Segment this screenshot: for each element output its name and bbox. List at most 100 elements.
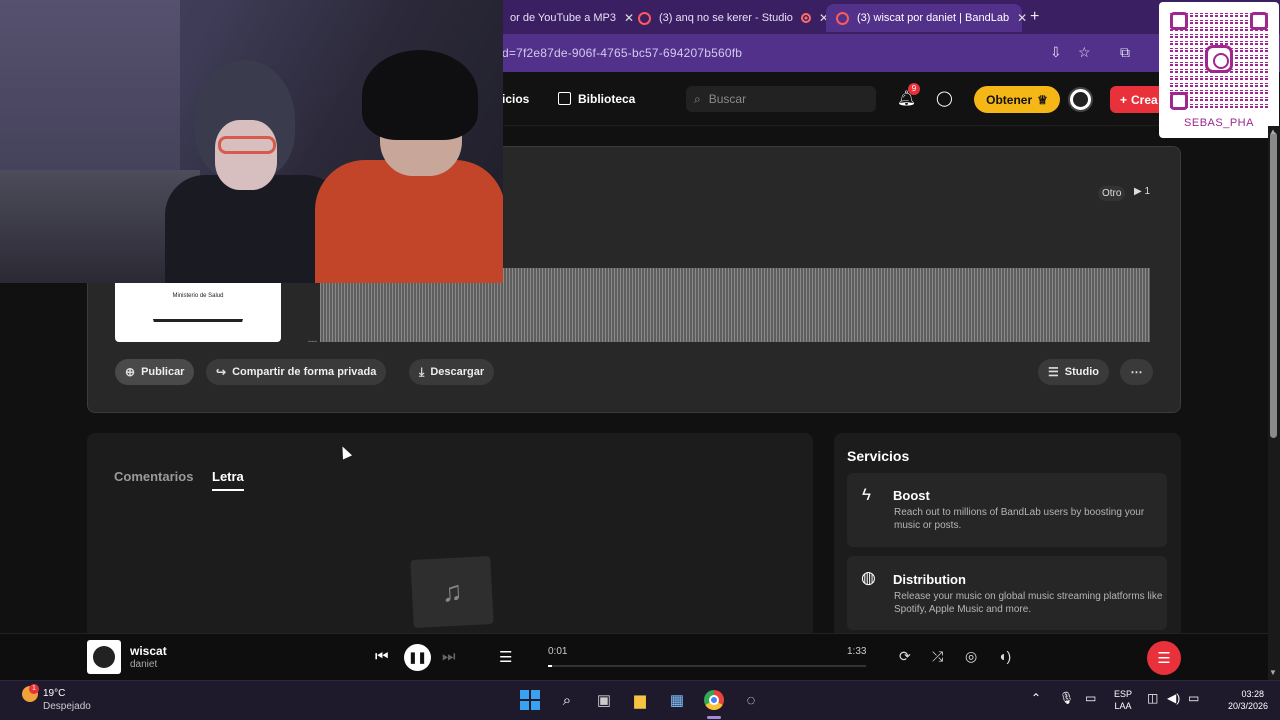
share-private-button[interactable]: ↪ Compartir de forma privada [206, 359, 387, 385]
globe-music-icon: ◍ [861, 568, 876, 587]
previous-icon[interactable]: ⏮ [375, 648, 389, 665]
nav-link-partial[interactable]: icios [502, 92, 529, 106]
battery-icon[interactable]: ▭ [1188, 691, 1199, 705]
studio-label: Studio [1064, 366, 1099, 378]
webcam-overlay [0, 0, 503, 283]
instagram-icon [1205, 45, 1233, 73]
install-app-icon[interactable]: ⇩ [1050, 44, 1062, 61]
nav-link-library[interactable]: Biblioteca [578, 92, 635, 106]
cover-logo-shape [135, 282, 261, 322]
player-track-title[interactable]: wiscat [130, 644, 167, 658]
plus-icon: + [1120, 92, 1128, 107]
tab-comments[interactable]: Comentarios [114, 469, 193, 484]
play-count-value: 1 [1144, 186, 1151, 197]
play-count: ▶ 1 [1134, 186, 1151, 197]
url-text[interactable]: d=7f2e87de-906f-4765-bc57-694207b560fb [502, 46, 742, 60]
browser-tab-bandlab[interactable]: (3) wiscat por daniet | BandLab ✕ [826, 4, 1027, 32]
download-button[interactable]: ⤓ Descargar [409, 359, 495, 385]
search-icon[interactable]: ⌕ [556, 689, 578, 711]
close-icon[interactable]: ✕ [1017, 11, 1027, 25]
webcam-person-right-hair [362, 50, 478, 140]
microphone-icon[interactable]: 🎙︎ [1059, 691, 1074, 705]
clock-time: 03:28 [1241, 689, 1264, 699]
user-avatar[interactable] [1068, 87, 1093, 112]
search-input[interactable]: ⌕ Buscar [686, 86, 876, 112]
elapsed-time: 0:01 [548, 646, 568, 657]
task-view-icon[interactable]: ▣ [593, 689, 615, 711]
search-placeholder: Buscar [708, 92, 747, 106]
tab-title: (3) wiscat por daniet | BandLab [857, 12, 1010, 24]
create-label: Crea [1131, 92, 1158, 107]
browser-tab-studio[interactable]: (3) anq no se kerer - Studio ✕ [628, 4, 839, 32]
sliders-icon: ☰ [1048, 365, 1059, 379]
scroll-up-icon[interactable]: ▲ [1269, 127, 1277, 136]
active-tab-indicator [212, 489, 244, 491]
repeat-icon[interactable]: ⟳ [899, 648, 911, 665]
new-tab-button[interactable]: + [1030, 8, 1039, 26]
webcam-person-right-body [315, 160, 503, 283]
service-distribution-title: Distribution [893, 572, 966, 587]
scrollbar-thumb[interactable] [1270, 132, 1277, 438]
bandlab-favicon-icon [836, 11, 849, 25]
qr-finder [1170, 92, 1188, 110]
genre-tag[interactable]: Otro [1098, 186, 1126, 201]
tray-app-icon[interactable]: ▭ [1085, 691, 1096, 705]
tab-title: or de YouTube a MP3 [510, 12, 617, 24]
progress-track[interactable] [548, 665, 866, 667]
download-icon: ⤓ [419, 364, 425, 379]
publish-label: Publicar [141, 366, 185, 378]
volume-icon[interactable]: ◖) [998, 648, 1011, 664]
input-language[interactable]: ESP LAA [1114, 688, 1132, 712]
more-icon: ⋯ [1130, 365, 1143, 379]
recorder-app-icon[interactable]: ◌ [740, 689, 762, 711]
progress-fill [548, 665, 552, 667]
globe-icon: ⊕ [125, 365, 136, 379]
lightning-icon: ϟ [862, 485, 871, 504]
library-icon [558, 92, 571, 105]
publish-button[interactable]: ⊕ Publicar [115, 359, 195, 385]
lang-bottom: LAA [1114, 701, 1132, 711]
crown-icon: ♕ [1037, 92, 1048, 107]
services-title: Servicios [847, 448, 910, 464]
chrome-icon[interactable] [704, 690, 724, 710]
radio-icon[interactable]: ◎ [965, 648, 977, 665]
pause-icon: ❚❚ [408, 652, 427, 664]
scroll-down-icon[interactable]: ▼ [1269, 668, 1277, 677]
menu-icon: ☰ [1157, 650, 1171, 667]
tab-lyrics[interactable]: Letra [212, 469, 244, 484]
shuffle-icon[interactable]: ⤮ [932, 648, 943, 665]
qr-username: SEBAS_PHA [1184, 117, 1254, 129]
store-icon[interactable]: ▦ [666, 689, 688, 711]
more-options-button[interactable]: ⋯ [1120, 359, 1153, 385]
pause-button[interactable]: ❚❚ [404, 644, 431, 671]
recording-icon [800, 13, 811, 23]
waveform-start-marker: --- [308, 336, 317, 346]
weather-temperature[interactable]: 19°C [43, 688, 65, 699]
windows-start-icon[interactable] [520, 690, 540, 710]
player-cover[interactable] [87, 640, 121, 674]
file-explorer-icon[interactable]: ▆ [629, 689, 651, 711]
network-icon[interactable]: ◫ [1147, 691, 1158, 705]
weather-description[interactable]: Despejado [43, 701, 91, 712]
notification-badge: 9 [908, 83, 920, 95]
get-membership-button[interactable]: Obtener ♕ [974, 86, 1060, 113]
share-private-label: Compartir de forma privada [232, 366, 377, 378]
extensions-icon[interactable]: ⧉ [1120, 44, 1130, 61]
menu-button[interactable]: ☰ [1147, 641, 1181, 675]
chat-icon[interactable]: ◯ [936, 89, 953, 107]
qr-finder [1170, 12, 1188, 30]
music-note-icon: ♫ [410, 555, 494, 629]
qr-finder [1250, 12, 1268, 30]
clock[interactable]: 03:28 20/3/2026 [1228, 688, 1268, 712]
bookmark-star-icon[interactable]: ☆ [1078, 44, 1091, 61]
track-cover[interactable]: Ministerio de Salud [115, 282, 281, 342]
speaker-icon[interactable]: ◀) [1167, 691, 1180, 705]
duration-time: 1:33 [847, 646, 867, 657]
browser-tab-youtube-mp3[interactable]: or de YouTube a MP3 ✕ [500, 4, 644, 32]
player-artist[interactable]: daniet [130, 659, 157, 670]
weather-badge: 1 [29, 684, 39, 694]
tray-overflow-icon[interactable]: ⌃ [1031, 691, 1041, 705]
next-icon[interactable]: ⏭ [442, 648, 456, 665]
queue-icon[interactable]: ☰ [499, 648, 512, 666]
studio-button[interactable]: ☰ Studio [1038, 359, 1109, 385]
